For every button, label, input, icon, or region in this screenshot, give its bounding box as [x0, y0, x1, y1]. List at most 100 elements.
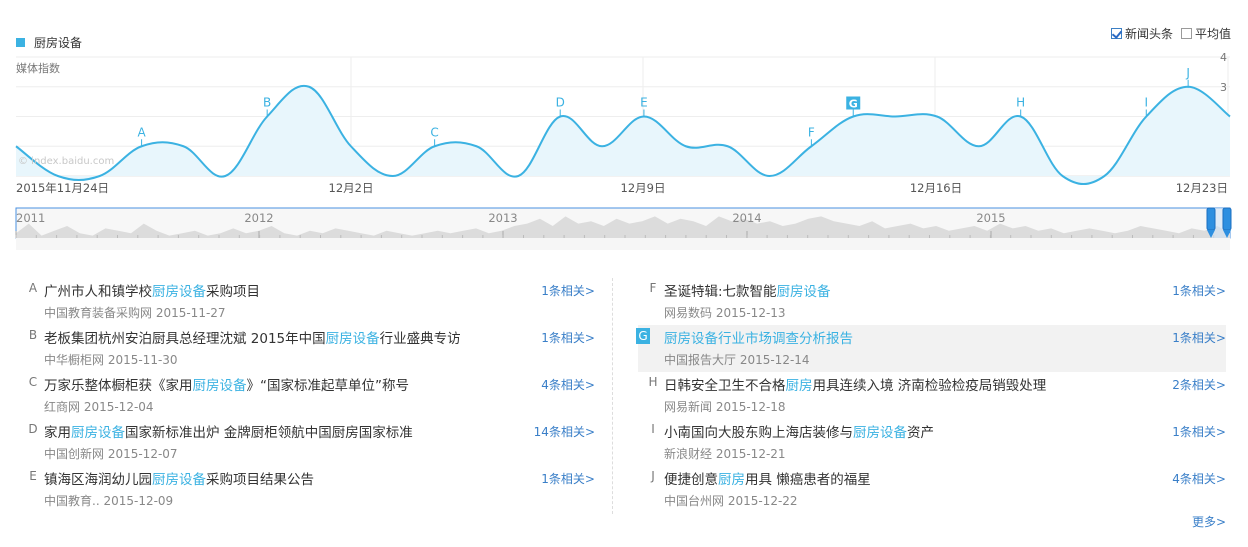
- x-tick-label: 12月2日: [329, 181, 374, 195]
- x-tick-label: 12月9日: [621, 181, 666, 195]
- news-item-related-link[interactable]: 1条相关>: [541, 329, 595, 346]
- marker-c[interactable]: C: [430, 125, 439, 148]
- news-item-marker: D: [28, 422, 38, 436]
- svg-text:F: F: [808, 125, 815, 139]
- svg-text:A: A: [137, 125, 146, 139]
- news-title-text: 国家新标准出炉 金牌厨柜领航中国厨房国家标准: [125, 425, 413, 441]
- news-item-related-link[interactable]: 14条相关>: [534, 423, 595, 440]
- news-item-related-link[interactable]: 1条相关>: [1172, 423, 1226, 440]
- more-news-link[interactable]: 更多>: [1192, 513, 1226, 530]
- watermark: © index.baidu.com: [18, 156, 115, 167]
- news-title-text: 采购项目: [206, 284, 260, 300]
- svg-text:J: J: [1185, 66, 1190, 80]
- news-item-source: 中国创新网 2015-12-07: [44, 447, 178, 461]
- news-item-related-link[interactable]: 1条相关>: [541, 282, 595, 299]
- timeline-year-label: 2013: [488, 211, 517, 225]
- news-item-source: 中国报告大厅 2015-12-14: [664, 353, 810, 367]
- news-list-right: F 圣诞特辑:七款智能厨房设备 网易数码 2015-12-13 1条相关> G 厨房设备行…: [636, 278, 1226, 513]
- news-title-text: 广州市人和镇学校: [44, 284, 152, 300]
- svg-text:G: G: [849, 98, 858, 111]
- news-item-marker: H: [648, 375, 658, 389]
- marker-d[interactable]: D: [556, 96, 565, 118]
- news-item-related-link[interactable]: 2条相关>: [1172, 376, 1226, 393]
- news-title-text: 镇海区海润幼儿园: [44, 472, 152, 488]
- news-title-text: 圣诞特辑:七款智能: [664, 284, 777, 300]
- news-title-keyword: 厨房: [785, 378, 813, 394]
- news-title-keyword: 厨房设备行业市场调查分析报告: [664, 331, 853, 347]
- svg-text:C: C: [430, 125, 438, 139]
- svg-text:B: B: [263, 96, 271, 110]
- timeline-year-label: 2012: [244, 211, 273, 225]
- news-title-text: 老板集团杭州安泊厨具总经理沈斌 2015年中国: [44, 331, 326, 347]
- news-item-source: 中国台州网 2015-12-22: [664, 494, 798, 508]
- news-title-text: 采购项目结果公告: [206, 472, 314, 488]
- marker-j[interactable]: J: [1185, 66, 1190, 88]
- news-item-title[interactable]: 日韩安全卫生不合格厨房用具连续入境 济南检验检疫局销毁处理: [664, 374, 1046, 394]
- news-item-title[interactable]: 小南国向大股东购上海店装修与厨房设备资产: [664, 421, 934, 441]
- news-item-a: A 广州市人和镇学校厨房设备采购项目 中国教育装备采购网 2015-11-27 1条相…: [29, 278, 595, 325]
- news-item-source: 中华橱柜网 2015-11-30: [44, 353, 178, 367]
- timeline-year-label: 2011: [16, 211, 45, 225]
- news-item-source: 网易新闻 2015-12-18: [664, 400, 786, 414]
- news-item-title[interactable]: 厨房设备行业市场调查分析报告: [664, 327, 853, 347]
- news-item-marker: I: [651, 422, 655, 436]
- news-title-text: 行业盛典专访: [379, 331, 461, 347]
- marker-a[interactable]: A: [137, 125, 146, 148]
- news-list-left: A 广州市人和镇学校厨房设备采购项目 中国教育装备采购网 2015-11-27 1条相…: [28, 278, 595, 513]
- news-title-keyword: 厨房设备: [71, 425, 125, 441]
- list-divider: [612, 278, 613, 514]
- news-item-marker: J: [651, 469, 655, 483]
- news-item-related-link[interactable]: 1条相关>: [1172, 282, 1226, 299]
- news-item-related-link[interactable]: 1条相关>: [1172, 329, 1226, 346]
- news-title-keyword: 厨房设备: [776, 284, 831, 300]
- news-item-marker: G: [636, 328, 650, 344]
- news-item-title[interactable]: 家用厨房设备国家新标准出炉 金牌厨柜领航中国厨房国家标准: [44, 421, 413, 441]
- news-item-source: 中国教育.. 2015-12-09: [44, 494, 174, 508]
- y-tick-label: 3: [1220, 81, 1227, 94]
- news-item-c: C 万家乐整体橱柜获《家用厨房设备》“国家标准起草单位”称号 红商网 2015-12…: [29, 372, 595, 419]
- news-item-title[interactable]: 万家乐整体橱柜获《家用厨房设备》“国家标准起草单位”称号: [44, 374, 409, 394]
- svg-text:H: H: [1016, 96, 1025, 110]
- news-item-d: D 家用厨房设备国家新标准出炉 金牌厨柜领航中国厨房国家标准中国创新网 2015-…: [28, 419, 595, 466]
- news-item-title[interactable]: 老板集团杭州安泊厨具总经理沈斌 2015年中国厨房设备行业盛典专访: [44, 327, 461, 347]
- news-item-title[interactable]: 广州市人和镇学校厨房设备采购项目: [44, 280, 260, 300]
- news-title-text: 用具连续入境 济南检验检疫局销毁处理: [812, 378, 1047, 394]
- news-title-keyword: 厨房设备: [325, 331, 380, 347]
- news-item-title[interactable]: 圣诞特辑:七款智能厨房设备: [664, 280, 831, 300]
- marker-h[interactable]: H: [1016, 96, 1025, 118]
- svg-text:D: D: [556, 96, 565, 110]
- timeline-year-label: 2015: [976, 211, 1005, 225]
- svg-text:E: E: [640, 96, 648, 110]
- news-item-b: B 老板集团杭州安泊厨具总经理沈斌 2015年中国厨房设备行业盛典专访中华橱柜网 …: [29, 325, 595, 372]
- news-title-text: 日韩安全卫生不合格: [664, 378, 786, 394]
- news-item-title[interactable]: 镇海区海润幼儿园厨房设备采购项目结果公告: [44, 468, 314, 488]
- news-item-related-link[interactable]: 4条相关>: [1172, 470, 1226, 487]
- media-index-chart[interactable]: 12342015年11月24日12月2日12月9日12月16日12月23日ABC…: [0, 0, 1248, 200]
- news-title-text: 万家乐整体橱柜获《家用: [44, 378, 193, 394]
- news-item-title[interactable]: 便捷创意厨房用具 懒癌患者的福星: [664, 468, 871, 488]
- series-area: [16, 85, 1230, 185]
- svg-text:I: I: [1145, 96, 1149, 110]
- news-item-marker: A: [28, 281, 38, 295]
- news-item-source: 网易数码 2015-12-13: [664, 306, 786, 320]
- news-item-j: J 便捷创意厨房用具 懒癌患者的福星中国台州网 2015-12-22 4条相关>: [651, 466, 1226, 513]
- news-title-text: 家用: [44, 425, 71, 441]
- news-title-text: 便捷创意: [664, 472, 718, 488]
- news-item-g: G 厨房设备行业市场调查分析报告 中国报告大厅 2015-12-14 1条相关>: [636, 325, 1226, 372]
- timeline-year-label: 2014: [732, 211, 761, 225]
- news-item-marker: B: [28, 328, 38, 342]
- news-title-text: 用具 懒癌患者的福星: [745, 472, 871, 488]
- news-title-keyword: 厨房: [718, 472, 745, 488]
- marker-e[interactable]: E: [640, 96, 648, 118]
- timeline-shadow: [16, 238, 1230, 250]
- news-item-related-link[interactable]: 1条相关>: [541, 470, 595, 487]
- news-item-f: F 圣诞特辑:七款智能厨房设备 网易数码 2015-12-13 1条相关>: [650, 278, 1226, 325]
- news-title-keyword: 厨房设备: [192, 378, 247, 394]
- x-tick-label: 2015年11月24日: [16, 181, 109, 195]
- news-item-related-link[interactable]: 4条相关>: [541, 376, 595, 393]
- news-item-i: I 小南国向大股东购上海店装修与厨房设备资产 新浪财经 2015-12-21 1条相关…: [651, 419, 1226, 466]
- news-title-keyword: 厨房设备: [152, 472, 206, 488]
- timeline-overview[interactable]: 2011 2012 2013 2014 2015: [0, 205, 1248, 255]
- news-item-h: H 日韩安全卫生不合格厨房用具连续入境 济南检验检疫局销毁处理网易新闻 2015-…: [648, 372, 1226, 419]
- news-item-marker: E: [29, 469, 37, 483]
